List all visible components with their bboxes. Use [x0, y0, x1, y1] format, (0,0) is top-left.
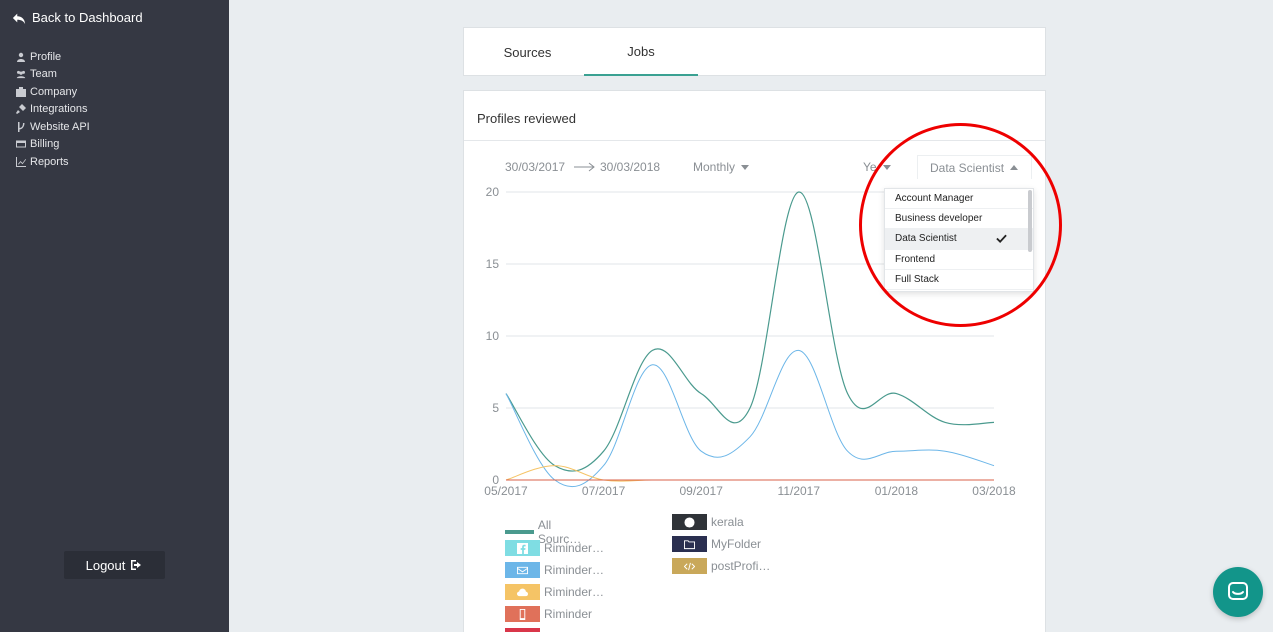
user-icon [16, 52, 26, 62]
logout-button[interactable]: Logout [64, 551, 165, 579]
dropdown-option-frontend[interactable]: Frontend [885, 250, 1033, 270]
year-value: Ye [863, 160, 877, 174]
back-label: Back to Dashboard [32, 10, 143, 25]
legend-item[interactable]: Riminder [505, 606, 592, 622]
sign-out-icon [131, 560, 142, 570]
legend-item-partial [505, 628, 540, 632]
dropdown-option-account-manager[interactable]: Account Manager [885, 189, 1033, 210]
sidebar-item-profile[interactable]: Profile [16, 48, 90, 66]
facebook-icon [505, 540, 540, 556]
y-tick-label: 15 [486, 257, 500, 271]
sidebar-item-label: Team [30, 68, 57, 81]
checkmark-icon [996, 235, 1007, 244]
code-branch-icon [16, 121, 26, 132]
legend-item-myfolder[interactable]: MyFolder [672, 536, 761, 552]
legend-line-swatch [505, 530, 534, 534]
back-to-dashboard-link[interactable]: Back to Dashboard [12, 10, 143, 25]
job-select[interactable]: Data Scientist [917, 155, 1032, 179]
series-line-2 [505, 465, 994, 482]
year-select[interactable]: Ye [863, 160, 891, 174]
credit-card-icon [16, 139, 26, 149]
legend-item[interactable]: Riminder… [505, 562, 604, 578]
building-icon [16, 86, 26, 97]
cloud-upload-icon [505, 584, 540, 600]
dropdown-option-full-stack[interactable]: Full Stack [885, 270, 1033, 290]
legend-swatch [505, 628, 540, 632]
divider [464, 140, 1045, 141]
sidebar: Back to Dashboard Profile Team Company I… [0, 0, 229, 632]
legend-label: postProfi… [711, 559, 771, 573]
legend-label: MyFolder [711, 537, 762, 551]
interval-select[interactable]: Monthly [693, 160, 750, 174]
sidebar-item-label: Profile [30, 50, 62, 63]
dropdown-option-data-scientist[interactable]: Data Scientist [885, 229, 1033, 250]
envelope-icon [505, 562, 540, 578]
x-tick-label: 03/2018 [972, 484, 1016, 498]
tab-sources[interactable]: Sources [464, 28, 591, 76]
tabs-bar: Sources Jobs [463, 27, 1046, 76]
users-icon [16, 69, 26, 79]
arrow-right-icon [574, 162, 595, 172]
legend-label: Riminder… [544, 563, 605, 577]
job-select-value: Data Scientist [930, 160, 1005, 175]
caret-down-icon [741, 164, 750, 170]
logout-label: Logout [85, 557, 126, 573]
legend-label: Riminder [544, 607, 593, 621]
sidebar-item-integrations[interactable]: Integrations [16, 101, 90, 119]
code-icon [672, 558, 707, 574]
folder-icon [672, 536, 707, 552]
y-tick-label: 20 [486, 185, 500, 199]
plug-icon [16, 104, 26, 115]
job-dropdown-menu: Account Manager Business developer Data … [884, 188, 1034, 292]
x-tick-label: 07/2017 [582, 484, 626, 498]
caret-down-icon [882, 164, 891, 170]
legend-label: Riminder… [544, 541, 605, 555]
chat-launcher-button[interactable] [1213, 567, 1263, 617]
y-tick-label: 10 [486, 329, 500, 343]
line-chart-icon [16, 156, 26, 167]
date-from[interactable]: 30/03/2017 [505, 160, 565, 174]
legend-label: kerala [711, 515, 744, 529]
reply-arrow-icon [12, 13, 26, 24]
x-tick-label: 01/2018 [875, 484, 919, 498]
date-to[interactable]: 30/03/2018 [600, 160, 660, 174]
globe-icon [672, 514, 707, 530]
dropdown-scrollbar[interactable] [1028, 190, 1032, 252]
legend-item-postprofile[interactable]: postProfi… [672, 558, 770, 574]
x-tick-label: 05/2017 [484, 484, 528, 498]
dropdown-option-label: Data Scientist [895, 233, 957, 245]
sidebar-item-label: Billing [30, 138, 60, 151]
sidebar-item-billing[interactable]: Billing [16, 136, 90, 154]
legend-item[interactable]: Riminder… [505, 540, 604, 556]
sidebar-item-team[interactable]: Team [16, 66, 90, 84]
x-tick-label: 11/2017 [778, 484, 821, 498]
sidebar-item-label: Reports [30, 155, 69, 168]
caret-up-icon [1010, 165, 1019, 170]
series-line-1 [505, 349, 995, 488]
tab-jobs[interactable]: Jobs [584, 28, 698, 76]
sidebar-item-label: Integrations [30, 103, 88, 116]
sidebar-nav: Profile Team Company Integrations Websit… [16, 48, 90, 171]
sidebar-item-reports[interactable]: Reports [16, 153, 90, 171]
dropdown-option-business-developer[interactable]: Business developer [885, 209, 1033, 230]
tablet-icon [505, 606, 540, 622]
sidebar-item-company[interactable]: Company [16, 83, 90, 101]
legend-item[interactable]: Riminder… [505, 584, 604, 600]
chat-icon [1228, 582, 1248, 600]
card-title: Profiles reviewed [477, 111, 576, 126]
sidebar-item-label: Website API [30, 120, 90, 133]
y-tick-label: 5 [492, 401, 499, 415]
legend-label: Riminder… [544, 585, 605, 599]
interval-value: Monthly [693, 160, 736, 174]
legend-item-kerala[interactable]: kerala [672, 514, 744, 530]
sidebar-item-label: Company [30, 85, 78, 98]
x-tick-label: 09/2017 [680, 484, 724, 498]
sidebar-item-website-api[interactable]: Website API [16, 118, 90, 136]
